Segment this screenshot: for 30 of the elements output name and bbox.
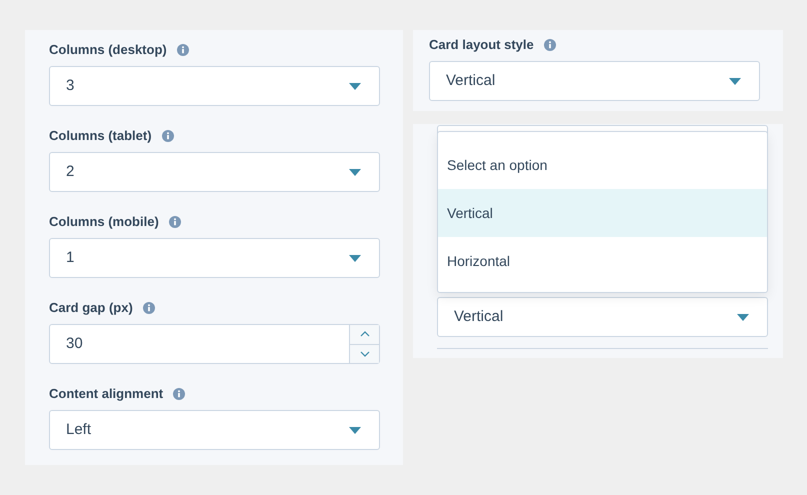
info-icon[interactable] — [544, 39, 556, 51]
select-field[interactable]: 1 — [49, 238, 380, 278]
caret-icon — [349, 82, 361, 90]
chevron-down-icon — [360, 350, 370, 357]
field-label: Card layout style — [429, 36, 534, 54]
info-icon[interactable] — [142, 302, 155, 314]
select-field[interactable]: Vertical — [429, 61, 760, 101]
field-label: Columns (mobile) — [49, 213, 159, 232]
info-icon[interactable] — [173, 388, 186, 400]
caret-icon — [737, 314, 749, 320]
caret-icon — [729, 78, 741, 84]
field-label: Columns (desktop) — [49, 41, 167, 60]
select-field[interactable]: 3 — [49, 66, 380, 106]
number-field[interactable]: 30 — [49, 324, 380, 364]
select-field[interactable]: Left — [49, 410, 380, 450]
select-field[interactable]: Vertical — [437, 297, 768, 337]
info-icon[interactable] — [176, 44, 189, 56]
caret-icon — [349, 254, 361, 262]
field-label: Content alignment — [49, 385, 164, 404]
menu-option[interactable]: Select an option — [438, 141, 767, 189]
field-label: Card gap (px) — [49, 299, 133, 318]
menu-option[interactable]: Vertical — [438, 189, 767, 237]
caret-icon — [349, 168, 361, 176]
info-icon[interactable] — [168, 216, 181, 228]
select-field[interactable]: 2 — [49, 152, 380, 192]
chevron-up-icon — [360, 331, 370, 338]
info-icon[interactable] — [162, 130, 174, 142]
menu-option[interactable]: Horizontal — [438, 237, 767, 285]
field-label: Columns (tablet) — [49, 127, 152, 146]
caret-icon — [349, 426, 361, 434]
